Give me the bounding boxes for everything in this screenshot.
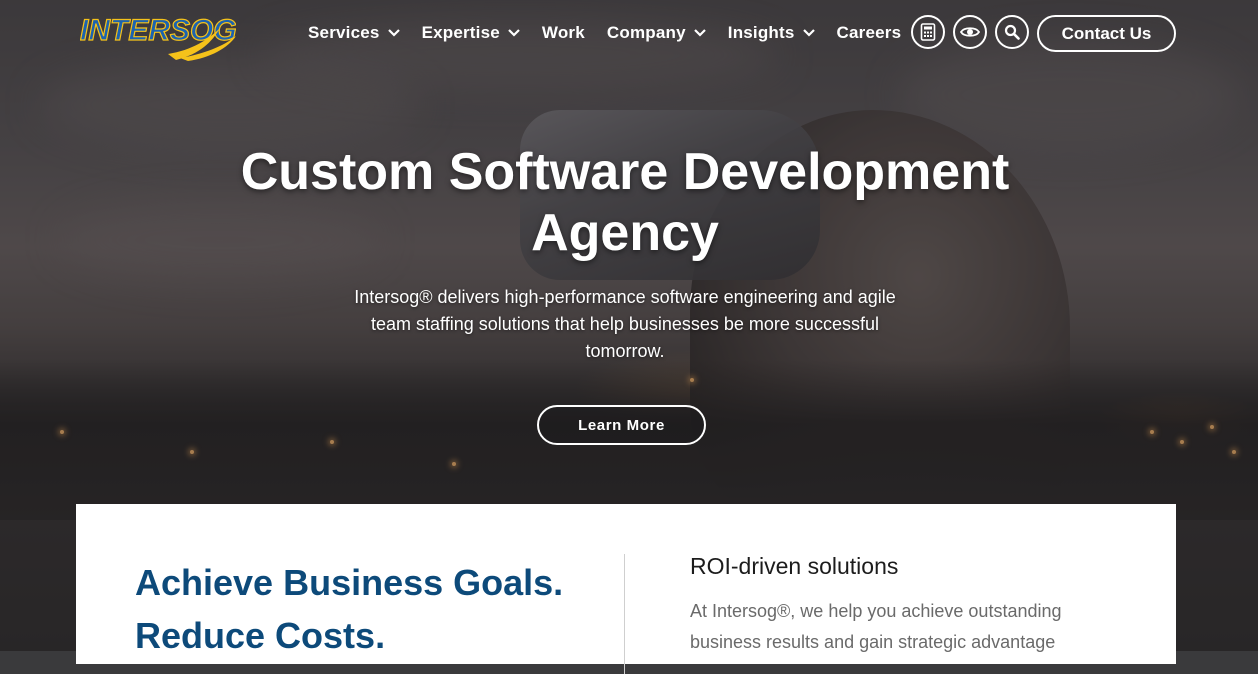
- search-button[interactable]: [995, 15, 1029, 49]
- nav-item-expertise[interactable]: Expertise: [422, 23, 520, 43]
- nav-label: Company: [606, 23, 686, 42]
- chevron-down-icon: [387, 29, 400, 37]
- main-nav: Services Expertise Work Company Insights…: [308, 0, 923, 66]
- chevron-down-icon: [508, 29, 520, 37]
- intro-headline-line1: Achieve Business Goals.: [135, 562, 564, 603]
- nav-item-company[interactable]: Company: [607, 23, 706, 43]
- roi-title: ROI-driven solutions: [690, 553, 899, 579]
- logo-wordmark: INTERSOG: [80, 14, 236, 47]
- chevron-down-icon: [693, 29, 706, 37]
- intro-headline-line2: Reduce Costs.: [135, 615, 386, 656]
- chevron-down-icon: [802, 29, 815, 37]
- intersog-logo[interactable]: INTERSOG: [80, 10, 236, 62]
- intro-headline: Achieve Business Goals. Reduce Costs.: [135, 556, 615, 662]
- intro-card: Achieve Business Goals. Reduce Costs. RO…: [76, 504, 1176, 674]
- vertical-divider: [624, 554, 625, 674]
- hero-title: Custom Software Development Agency: [175, 142, 1075, 264]
- nav-label: Expertise: [421, 23, 500, 42]
- eye-icon: [960, 27, 980, 37]
- nav-item-services[interactable]: Services: [308, 23, 400, 43]
- hero-title-line2: Agency: [531, 204, 719, 262]
- contact-us-button[interactable]: Contact Us: [1037, 15, 1176, 52]
- search-icon: [1004, 24, 1020, 40]
- learn-more-button[interactable]: Learn More: [537, 405, 706, 445]
- nav-item-work[interactable]: Work: [542, 23, 585, 43]
- accessibility-view-button[interactable]: [953, 15, 987, 49]
- calculator-button[interactable]: [911, 15, 945, 49]
- hero-subtitle: Intersog® delivers high-performance soft…: [354, 287, 896, 361]
- site-header: INTERSOG Services Expertise Work Company…: [0, 0, 1258, 70]
- nav-item-careers[interactable]: Careers: [837, 23, 902, 43]
- nav-label: Careers: [836, 23, 902, 42]
- hero-title-line1: Custom Software Development: [240, 143, 1010, 201]
- calculator-icon: [920, 23, 936, 41]
- roi-text: At Intersog®, we help you achieve outsta…: [690, 601, 1062, 652]
- nav-item-insights[interactable]: Insights: [728, 23, 815, 43]
- nav-label: Services: [308, 23, 380, 42]
- nav-label: Work: [541, 23, 585, 42]
- nav-label: Insights: [727, 23, 795, 42]
